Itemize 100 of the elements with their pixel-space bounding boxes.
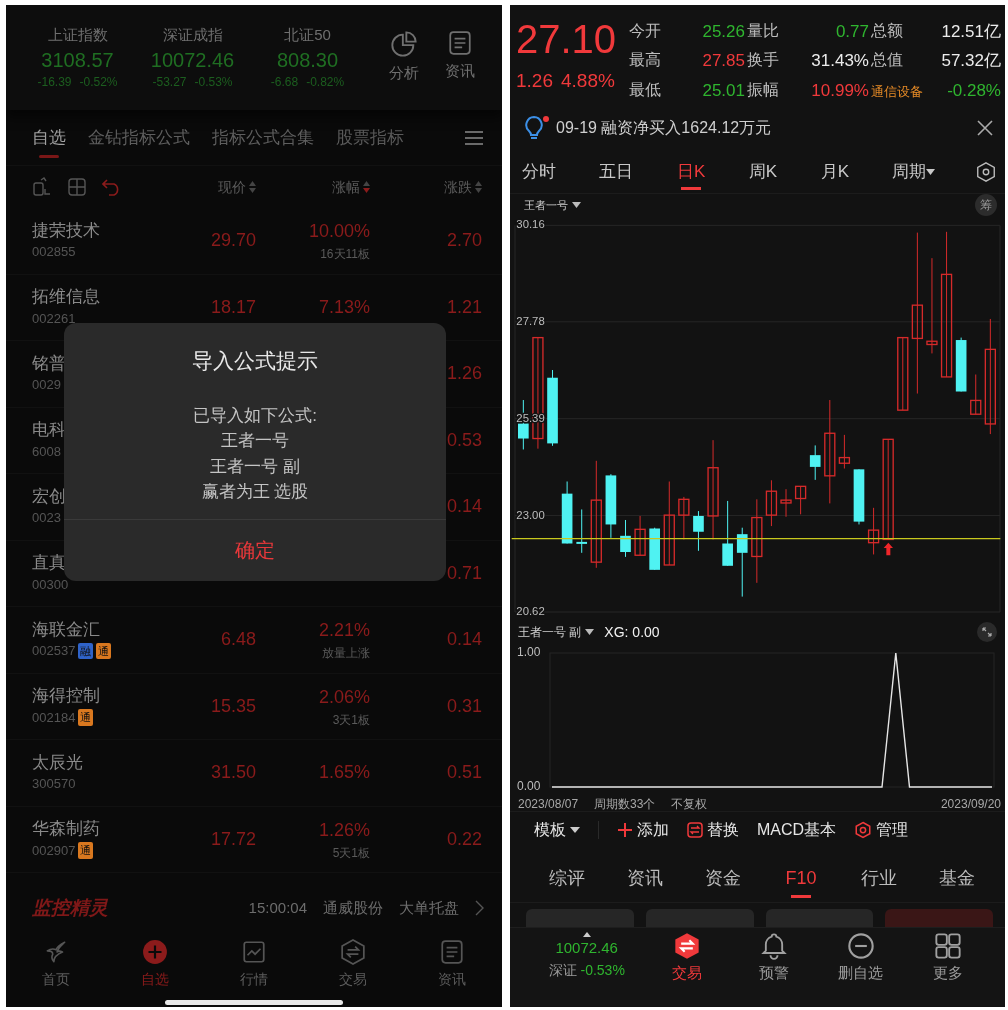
stock-name: 拓维信息 bbox=[32, 286, 101, 309]
toolbar-button[interactable]: 模板 bbox=[534, 817, 580, 842]
stat-value: 31.43% bbox=[810, 50, 869, 73]
stat-label: 量比 bbox=[747, 21, 780, 41]
candle bbox=[867, 507, 880, 555]
indicator-dropdown[interactable]: 王者一号 副 bbox=[518, 623, 595, 641]
stock-code: 002261 bbox=[32, 309, 76, 328]
pie-chart-icon bbox=[390, 30, 418, 59]
candle bbox=[576, 508, 588, 554]
tag: 通 bbox=[78, 842, 94, 859]
period-tab[interactable]: 周K bbox=[744, 150, 782, 193]
stock-code: 002855 bbox=[32, 243, 76, 262]
chevron-right-icon[interactable] bbox=[475, 900, 484, 916]
phone-icon[interactable] bbox=[32, 177, 52, 197]
period-tab[interactable]: 月K bbox=[816, 150, 853, 193]
header-action-button[interactable]: 资讯 bbox=[434, 30, 486, 85]
axis-label: 23.00 bbox=[516, 508, 545, 521]
plus-icon bbox=[617, 821, 633, 838]
tag: 融 bbox=[78, 642, 94, 660]
price-cell-text: 29.70 bbox=[210, 229, 256, 253]
stat-value: 27.85 bbox=[701, 50, 745, 73]
indicator-dropdown[interactable]: 王者一号 bbox=[524, 196, 581, 214]
stat-value: 25.01 bbox=[701, 79, 745, 102]
info-tab[interactable]: 资金 bbox=[684, 855, 762, 902]
price-change: 1.26 bbox=[516, 69, 553, 93]
toolbar-button[interactable]: MACD基本 bbox=[757, 817, 837, 842]
monitor-stock: 通威股份 bbox=[323, 897, 383, 918]
stock-code: 6008 bbox=[32, 442, 61, 461]
settings-icon[interactable] bbox=[974, 160, 997, 183]
price-cell-text: 18.17 bbox=[210, 295, 256, 319]
period-tab[interactable]: 五日 bbox=[595, 150, 638, 193]
info-tab[interactable]: 基金 bbox=[918, 855, 996, 902]
expand-button[interactable] bbox=[977, 622, 997, 642]
stock-note: 16天11板 bbox=[320, 246, 370, 264]
info-tab[interactable]: F10 bbox=[762, 855, 840, 902]
change-cell-text: 0.14 bbox=[446, 628, 482, 652]
menu-icon[interactable] bbox=[464, 129, 484, 146]
candle bbox=[794, 485, 807, 515]
stock-note: 3天1板 bbox=[332, 711, 370, 729]
toolbar-button[interactable]: 管理 bbox=[854, 817, 909, 842]
candle bbox=[634, 515, 646, 556]
confirm-button[interactable]: 确定 bbox=[64, 518, 446, 581]
notice-text: 09-19 融资净买入1624.12万元 bbox=[556, 117, 772, 138]
index-name: 北证50 bbox=[283, 25, 332, 46]
expand-icon bbox=[982, 627, 992, 637]
candle bbox=[678, 496, 690, 540]
percent-cell-text: 1.65% bbox=[318, 761, 370, 785]
index-value: 10072.46 bbox=[149, 47, 236, 73]
caret-icon bbox=[926, 169, 936, 176]
header-action-button[interactable]: 分析 bbox=[378, 30, 430, 85]
period-tab[interactable]: 周期 bbox=[888, 150, 940, 193]
monitor-logo: 监控精灵 bbox=[32, 895, 108, 920]
sort-icon bbox=[363, 180, 370, 194]
toolbar-button[interactable]: 替换 bbox=[687, 817, 739, 842]
dialog-text: 王者一号 bbox=[220, 430, 290, 452]
sort-icon bbox=[475, 180, 482, 194]
tab[interactable]: 自选 bbox=[32, 109, 66, 166]
candle bbox=[693, 510, 704, 552]
axis-label: 20.62 bbox=[516, 605, 545, 617]
info-tab[interactable]: 行业 bbox=[840, 855, 918, 902]
candle bbox=[722, 500, 733, 567]
toolbar-button[interactable]: 添加 bbox=[617, 817, 669, 842]
chips-button[interactable]: 筹 bbox=[975, 194, 997, 216]
period-tab[interactable]: 日K bbox=[672, 150, 710, 193]
price-cell-text: 17.72 bbox=[210, 827, 256, 851]
stat-label: 今开 bbox=[629, 21, 662, 41]
dialog-text: 已导入如下公式: bbox=[192, 404, 318, 427]
stat-label: 换手 bbox=[747, 50, 780, 71]
stock-name: 铭普 bbox=[32, 352, 67, 375]
monitor-time: 15:00:04 bbox=[248, 897, 307, 918]
settings-icon bbox=[854, 820, 873, 839]
stock-name: 直真 bbox=[32, 552, 67, 575]
stat-label: 最高 bbox=[629, 50, 662, 71]
index-percent: -0.53% bbox=[580, 960, 625, 980]
percent-cell-text: 7.13% bbox=[318, 295, 370, 319]
candle bbox=[838, 434, 851, 469]
info-tab[interactable]: 综评 bbox=[528, 855, 606, 902]
price-cell-text: 6.48 bbox=[220, 628, 256, 652]
nav-tab[interactable]: 删自选 bbox=[817, 932, 905, 985]
nav-tab[interactable]: 预警 bbox=[730, 932, 818, 985]
minus-circle-icon bbox=[846, 932, 875, 960]
stock-code: 300570 bbox=[32, 775, 76, 794]
period-tab[interactable]: 分时 bbox=[518, 150, 560, 193]
info-tab[interactable]: 资讯 bbox=[606, 855, 684, 902]
index-name: 深证 bbox=[548, 960, 577, 980]
sector-label: 通信设备 bbox=[871, 82, 924, 101]
index-change: -53.27 bbox=[152, 73, 187, 91]
grid-icon[interactable] bbox=[68, 178, 86, 196]
monitor-event: 大单托盘 bbox=[399, 897, 459, 918]
candle bbox=[955, 337, 967, 392]
nav-tab[interactable]: 更多 bbox=[904, 932, 991, 985]
swap-icon bbox=[340, 938, 366, 965]
percent-cell-text: 2.21% bbox=[318, 619, 370, 643]
change-cell-text: 0.22 bbox=[446, 827, 482, 851]
nav-tab[interactable]: 交易 bbox=[643, 932, 731, 985]
change-cell-text: 0.14 bbox=[446, 495, 482, 519]
price-percent: 4.88% bbox=[561, 69, 615, 93]
close-icon[interactable] bbox=[977, 119, 993, 136]
candle bbox=[561, 481, 573, 544]
index-percent: -0.52% bbox=[79, 73, 118, 91]
